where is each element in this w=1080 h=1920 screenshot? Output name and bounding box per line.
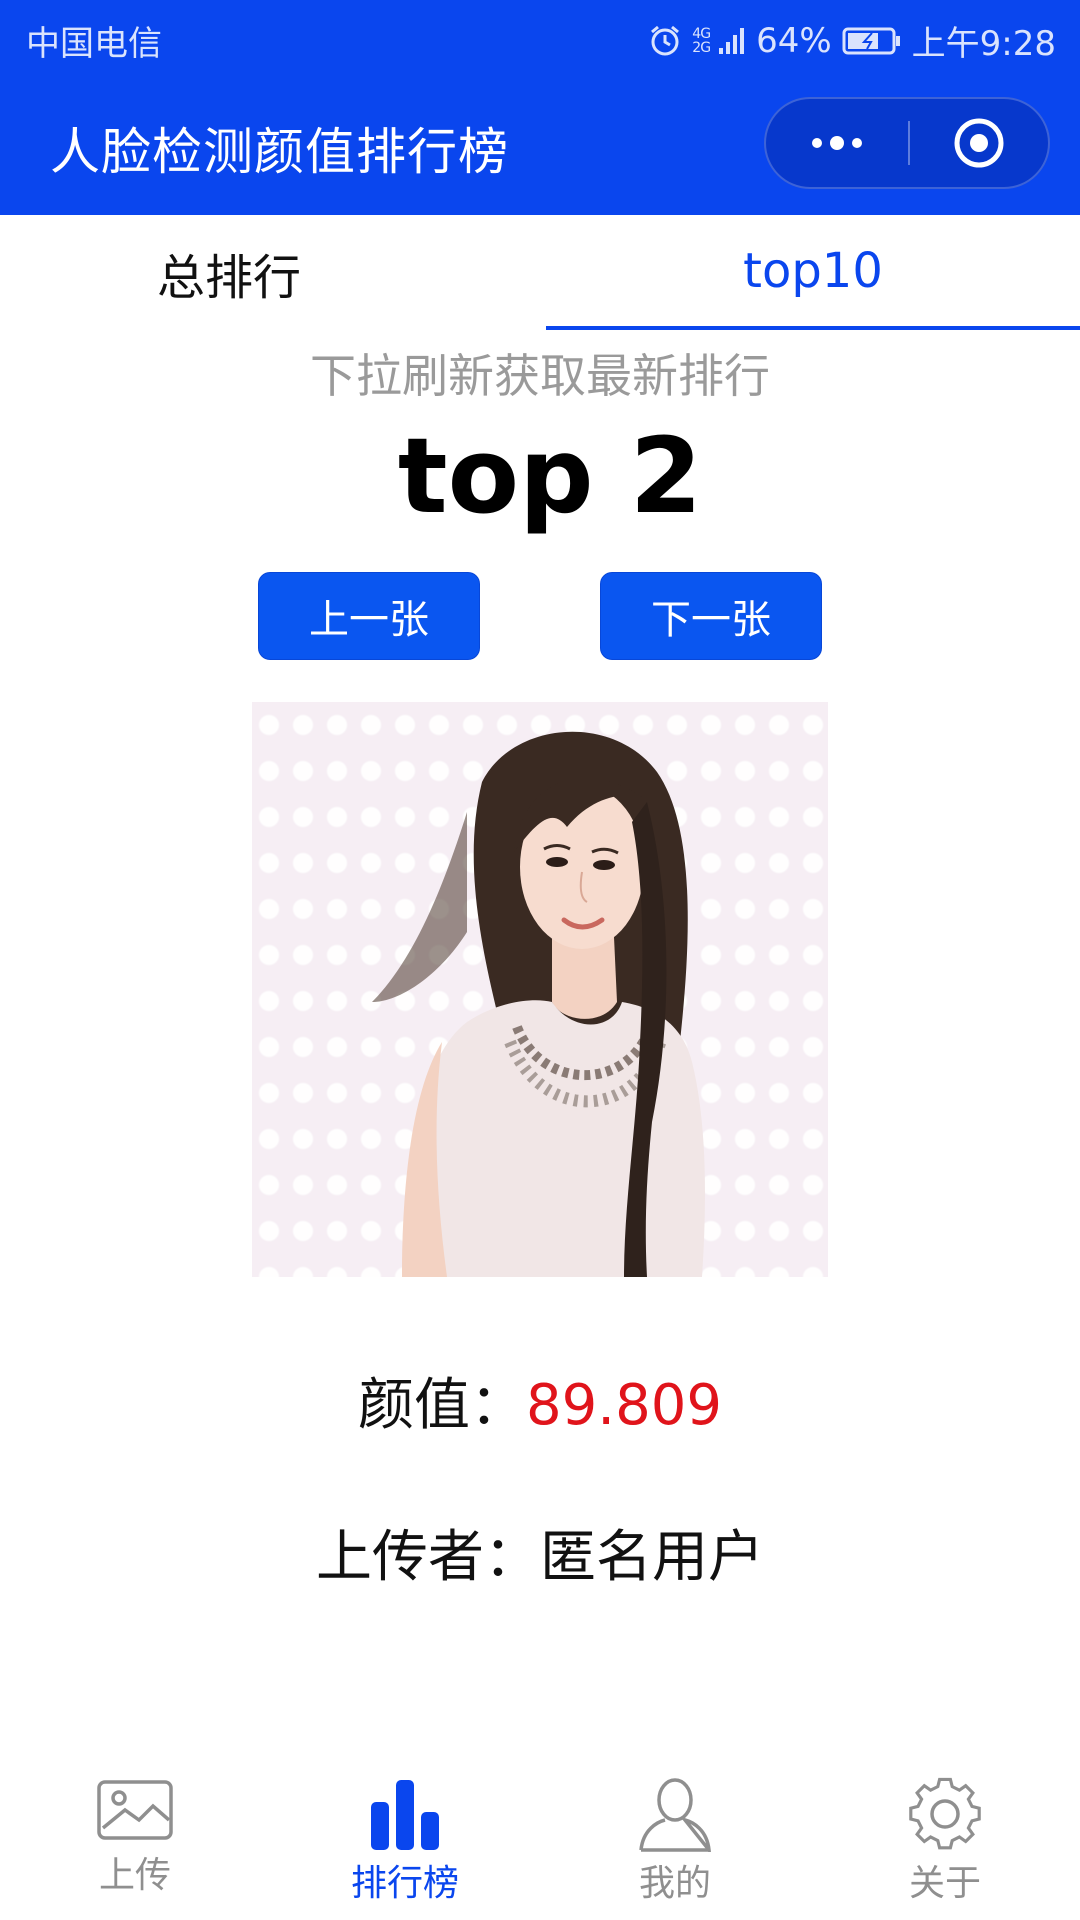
- tabbar-label-me: 我的: [638, 1863, 711, 1904]
- network-type-top: 4G: [692, 25, 711, 42]
- tab-overall[interactable]: 总排行: [0, 215, 540, 330]
- tabbar-item-me[interactable]: 我的: [540, 1760, 810, 1920]
- ranking-tabs: 总排行 top10: [0, 215, 1080, 330]
- user-icon: [639, 1778, 711, 1852]
- tab-top10[interactable]: top10: [546, 215, 1080, 330]
- alarm-icon: [648, 24, 682, 58]
- uploader-line: 上传者：匿名用户: [0, 1512, 1080, 1593]
- gear-icon: [909, 1777, 981, 1850]
- tabbar-item-upload[interactable]: 上传: [0, 1760, 270, 1920]
- tabbar-item-about[interactable]: 关于: [810, 1760, 1080, 1920]
- tabbar-label-about: 关于: [908, 1863, 981, 1904]
- close-button[interactable]: [910, 99, 1048, 187]
- rank-title: top 2: [397, 415, 703, 537]
- carrier-name: 中国电信: [26, 24, 162, 64]
- miniprogram-capsule: [764, 97, 1050, 189]
- network-type: 4G 2G: [692, 25, 711, 56]
- next-button[interactable]: 下一张: [600, 572, 822, 660]
- bar-chart-icon: [371, 1780, 439, 1850]
- tabbar-label-ranking: 排行榜: [350, 1863, 459, 1904]
- score-label: 颜值：: [358, 1373, 527, 1438]
- signal-icon: [718, 26, 746, 56]
- uploader-label: 上传者：: [316, 1525, 540, 1590]
- status-indicators: 4G 2G 64% 上午9:28: [648, 16, 1056, 65]
- tabbar-item-ranking[interactable]: 排行榜: [270, 1760, 540, 1920]
- page-title: 人脸检测颜值排行榜: [50, 123, 509, 181]
- ranked-photo: [252, 702, 828, 1277]
- refresh-hint: 下拉刷新获取最新排行: [310, 349, 770, 403]
- network-type-bottom: 2G: [692, 39, 711, 56]
- score-line: 颜值：89.809: [0, 1360, 1080, 1441]
- tabbar-label-upload: 上传: [98, 1855, 171, 1896]
- score-value: 89.809: [526, 1373, 722, 1438]
- bottom-tabbar: 上传 排行榜 我的 关于: [0, 1760, 1080, 1920]
- status-bar: 中国电信 4G 2G 64% 上午9:28: [0, 0, 1080, 75]
- prev-button[interactable]: 上一张: [258, 572, 480, 660]
- battery-percent: 64%: [756, 20, 832, 61]
- app-header: 中国电信 4G 2G 64% 上午9:28 人脸检测颜值排行榜: [0, 0, 1080, 215]
- image-icon: [97, 1780, 173, 1840]
- more-dots-icon: [812, 136, 862, 150]
- more-button[interactable]: [766, 99, 908, 187]
- battery-icon: [842, 26, 902, 56]
- clock-time: 上午9:28: [911, 24, 1056, 64]
- uploader-name: 匿名用户: [540, 1525, 764, 1590]
- close-target-icon: [954, 118, 1004, 168]
